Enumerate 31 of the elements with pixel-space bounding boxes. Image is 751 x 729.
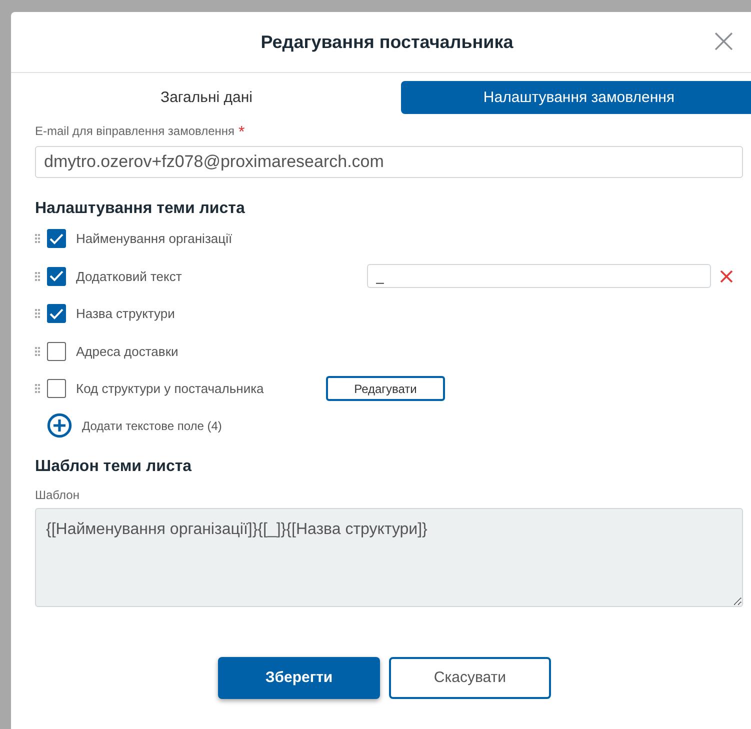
section-heading: Шаблон теми листа <box>35 458 193 476</box>
drag-handle-icon[interactable] <box>35 272 40 281</box>
edit-button[interactable]: Редагувати <box>326 376 445 402</box>
dialog-title: Редагування постачальника <box>260 32 514 52</box>
section-heading: Налаштування теми листа <box>35 200 246 218</box>
field-label: Шаблон <box>35 488 80 502</box>
checkbox-label: Назва структури <box>76 306 176 322</box>
checkbox-label: Найменування організації <box>76 231 234 246</box>
checkbox-label: Додатковий текст <box>76 268 183 284</box>
close-icon[interactable] <box>720 270 733 283</box>
add-field-link[interactable]: Додати текстове поле (4) <box>82 418 222 432</box>
checkbox[interactable] <box>47 342 66 361</box>
save-button[interactable]: Зберегти <box>218 656 380 698</box>
checkbox[interactable] <box>47 229 66 248</box>
drag-handle-icon[interactable] <box>35 234 40 244</box>
field-label: E-mail для віправлення замовлення <box>35 124 235 140</box>
checkbox[interactable] <box>47 266 66 286</box>
email-field[interactable]: dmytro.ozerov+fz078@proximaresearch.com <box>35 146 743 178</box>
cancel-button[interactable]: Скасувати <box>389 656 551 698</box>
text-field[interactable]: _ <box>367 264 711 288</box>
checkbox[interactable] <box>47 304 66 324</box>
checkbox-label: Адреса доставки <box>76 344 180 359</box>
drag-handle-icon[interactable] <box>35 309 40 318</box>
add-icon[interactable] <box>47 413 72 438</box>
required-mark: * <box>238 124 245 142</box>
drag-handle-icon[interactable] <box>35 346 40 356</box>
checkbox[interactable] <box>47 379 66 398</box>
checkbox-label: Код структури у постачальника <box>76 381 265 396</box>
tab[interactable]: Налаштування замовлення <box>401 81 751 114</box>
drag-handle-icon[interactable] <box>35 384 40 394</box>
template-field[interactable]: {[Найменування організації]}{[_]}{[Назва структури]} <box>35 508 743 606</box>
